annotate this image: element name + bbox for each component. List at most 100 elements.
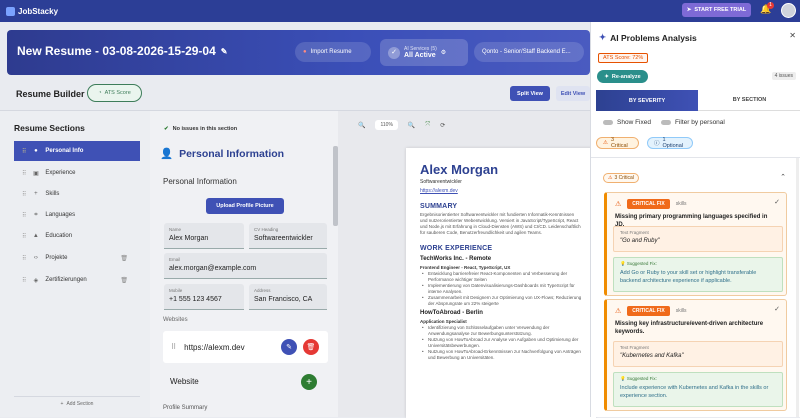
preview-link[interactable]: https://alexm.dev [420,188,582,194]
section-item-education[interactable]: ⠿ ▲ Education [14,226,140,246]
address-field[interactable]: Address San Francisco, CA [249,284,327,310]
panel-scrollbar[interactable] [796,158,799,417]
add-website-button[interactable]: + [301,374,317,390]
close-icon[interactable]: ✕ [789,31,796,40]
name-field[interactable]: Name Alex Morgan [164,223,244,249]
critical-group-header[interactable]: ⚠ 3 Critical [603,173,639,183]
zoom-in-icon[interactable]: 🔍 [408,122,415,129]
refresh-icon[interactable]: ⟳ [440,122,445,129]
section-label: Experience [45,170,76,176]
edit-pencil-icon[interactable]: ✎ [221,47,228,56]
cv-heading-field[interactable]: CV Heading Softwareentwickler [249,223,327,249]
preview-bullet: Zusammenarbeit mit Designern zur Optimie… [420,295,582,306]
toggle-switch[interactable] [661,120,671,125]
resume-title: New Resume - 03-08-2026-15-29-04 [17,44,216,58]
gear-icon[interactable]: ⚙ [441,49,446,56]
chevron-up-icon[interactable]: ⌃ [780,173,786,181]
show-fixed-label: Show Fixed [617,119,651,126]
drag-handle-icon[interactable]: ⠿ [22,212,26,219]
optional-chip-label: 1 Optional [662,137,684,149]
sparkle-icon: ✦ [599,32,607,42]
trial-label: START FREE TRIAL [694,7,747,13]
no-issues-notice: ✔ No issues in this section [164,126,237,132]
section-item-personal-info[interactable]: ⠿ ● Personal Info [14,141,140,161]
edit-website-button[interactable]: ✎ [281,339,297,355]
drag-handle-icon[interactable]: ⠿ [22,255,26,262]
preview-bullet: Nutzung von HowToAbroad zur Analyse von … [420,337,582,348]
app-logo[interactable]: JobStacky [6,6,58,16]
person-icon: 👤 [160,148,174,160]
email-field[interactable]: Email alex.morgan@example.com [164,253,327,279]
delete-icon[interactable]: 🗑 [120,277,128,284]
ai-services-label: AI Services (5) [404,46,437,52]
drag-handle-icon[interactable]: ⠿ [22,148,26,155]
start-free-trial-button[interactable]: ➤ START FREE TRIAL [682,3,751,17]
drag-handle-icon[interactable]: ⠿ [22,233,26,240]
ats-score-badge: ATS Score: 72% [598,53,649,63]
tab-by-severity[interactable]: BY SEVERITY [596,90,698,111]
job-selector[interactable]: Qonto - Senior/Staff Backend E... [474,42,584,62]
notification-badge: 1 [767,2,774,9]
issue-card: ⚠ CRITICAL FIX skills ✓ Missing primary … [604,192,787,296]
editor-panel: ✔ No issues in this section 👤 Personal I… [150,111,338,417]
fix-text: Include experience with Kubernetes and K… [620,385,769,399]
ai-services-status[interactable]: ✓ AI Services (5) All Active ⚙ [380,39,468,66]
avatar[interactable] [781,3,796,18]
edit-view-button[interactable]: Edit View [556,86,590,101]
field-label: Address [254,288,271,293]
mobile-field[interactable]: Mobile +1 555 123 4567 [164,284,244,310]
show-fixed-toggle[interactable]: Show Fixed [603,119,651,126]
delete-website-button[interactable]: 🗑 [303,339,319,355]
drag-handle-icon[interactable]: ⠿ [22,170,26,177]
preview-job: TechWorks Inc. - Remote [420,256,492,262]
add-section-button[interactable]: + Add Section [14,396,140,410]
section-heading: 👤 Personal Information [160,147,285,161]
mark-fixed-check-icon[interactable]: ✓ [774,305,780,313]
preview-panel: 🔍 110% 🔍 ⤧ ⟳ Alex Morgan Softwareentwick… [338,111,596,418]
plus-icon: + [34,191,38,197]
rocket-icon: ➤ [686,7,692,13]
fix-label-text: Suggested Fix: [626,261,657,266]
issues-count: 4 issues [771,72,796,80]
filter-personal-toggle[interactable]: Filter by personal [661,119,725,126]
cap-icon: ▲ [32,233,39,239]
import-resume-button[interactable]: ● Import Resume [295,42,371,62]
critical-chip-label: 3 Critical [610,137,628,149]
drag-handle-icon[interactable]: ⠿ [171,343,176,351]
preview-bullet: Entwicklung barrierefreier React-Kompone… [420,271,582,282]
section-label: Personal Info [45,148,84,154]
field-label: Name [169,227,182,232]
warning-icon: ⚠ [603,140,608,146]
section-item-skills[interactable]: ⠿ + Skills [14,184,140,204]
zoom-out-icon[interactable]: 🔍 [358,122,365,129]
re-analyze-button[interactable]: ✦ Re-analyze [597,70,648,83]
section-item-experience[interactable]: ⠿ ▣ Experience [14,163,140,183]
split-view-button[interactable]: Split View [510,86,550,101]
preview-summary: Ergebnisorientierter Softwareentwickler … [420,212,581,235]
critical-filter-chip[interactable]: ⚠ 3 Critical [596,137,639,149]
mark-fixed-check-icon[interactable]: ✓ [774,198,780,206]
drag-handle-icon[interactable]: ⠿ [22,277,26,284]
delete-icon[interactable]: 🗑 [120,255,128,262]
check-circle-icon: ✔ [164,126,169,132]
section-item-languages[interactable]: ⠿ ⌗ Languages [14,205,140,225]
panel-title-text: AI Problems Analysis [610,32,697,43]
tab-by-section[interactable]: BY SECTION [698,90,800,111]
section-item-zertifizierungen[interactable]: ⠿ ◈ Zertifizierungen 🗑 [14,270,140,290]
drag-handle-icon[interactable]: ⠿ [22,191,26,198]
fix-label: 💡 Suggested Fix: [620,376,776,382]
section-label: Languages [45,212,76,218]
section-label: Projekte [45,255,68,261]
toggle-switch[interactable] [603,120,613,125]
re-analyze-label: Re-analyze [611,73,641,80]
warning-icon: ⚠ [615,201,622,208]
field-value: alex.morgan@example.com [169,265,257,272]
section-heading-text: Personal Information [179,147,285,160]
upload-profile-picture-button[interactable]: Upload Profile Picture [206,198,284,214]
fit-icon[interactable]: ⤧ [425,122,430,129]
optional-filter-chip[interactable]: ⓘ 1 Optional [647,137,693,149]
section-item-projekte[interactable]: ⠿ ‹› Projekte 🗑 [14,248,140,268]
issue-category: skills [675,201,687,207]
ats-score-button[interactable]: ◔ ATS Score [87,84,142,102]
notifications-bell-icon[interactable]: 🔔 1 [760,2,774,15]
